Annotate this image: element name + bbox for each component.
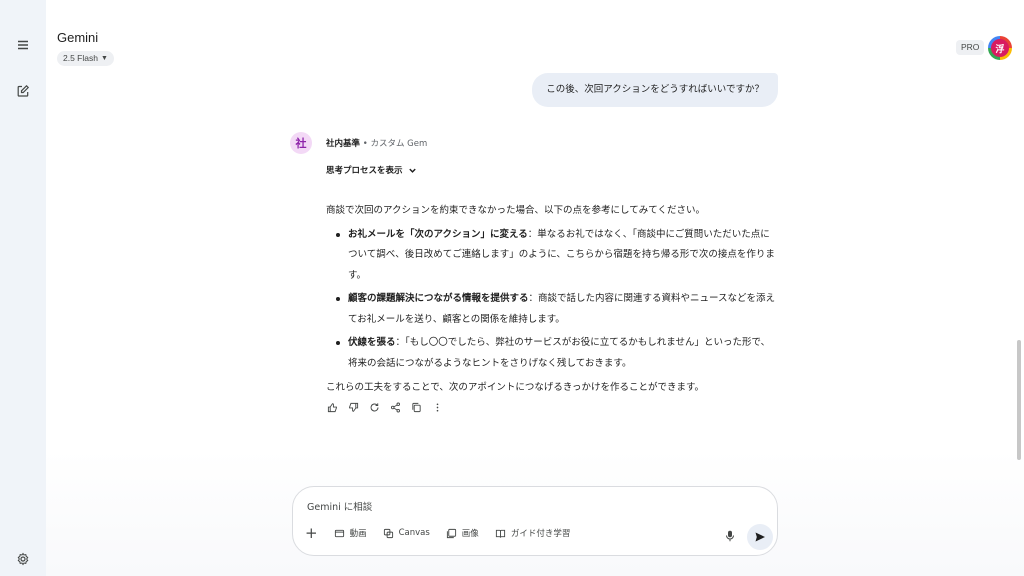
sidebar (0, 0, 46, 576)
canvas-icon (383, 528, 393, 538)
response-actions (326, 401, 444, 414)
image-tool-button[interactable]: 画像 (446, 527, 479, 539)
send-button[interactable] (747, 524, 773, 550)
model-response: 商談で次回のアクションを約束できなかった場合、以下の点を参考にしてみてください。… (326, 201, 778, 399)
pro-badge: PRO (956, 40, 985, 55)
video-tool-label: 動画 (349, 529, 367, 539)
avatar[interactable]: 浮 (988, 36, 1012, 60)
share-icon[interactable] (389, 401, 402, 414)
chevron-down-icon: ▼ (100, 55, 108, 62)
canvas-tool-button[interactable]: Canvas (383, 528, 430, 539)
gem-type: カスタム Gem (370, 139, 428, 149)
copy-icon[interactable] (410, 401, 423, 414)
user-message: この後、次回アクションをどうすればいいですか？ (532, 73, 778, 107)
send-icon (755, 532, 765, 542)
gem-name: 社内基準 (326, 139, 361, 149)
gem-label: 社内基準 • カスタム Gem (326, 137, 427, 149)
bullet-title: お礼メールを「次のアクション」に変える (348, 228, 528, 240)
image-icon (446, 528, 456, 538)
book-icon (495, 529, 505, 538)
settings-icon[interactable] (11, 547, 35, 571)
video-icon (334, 529, 344, 537)
thumbs-down-icon[interactable] (347, 401, 360, 414)
list-item: 伏線を張る：「もし〇〇でしたら、弊社のサービスがお役に立てるかもしれません」とい… (326, 333, 778, 374)
list-item: お礼メールを「次のアクション」に変える：単なるお礼ではなく、「商談中にご質問いた… (326, 225, 778, 287)
app-title: Gemini (57, 30, 99, 45)
thumbs-up-icon[interactable] (326, 401, 339, 414)
prompt-input[interactable]: Gemini に相談 (307, 499, 372, 513)
bullet-title: 顧客の課題解決につながる情報を提供する (348, 293, 529, 304)
guided-learning-button[interactable]: ガイド付き学習 (495, 527, 571, 539)
list-item: 顧客の課題解決につながる情報を提供する：商談で話した内容に関連する資料やニュース… (326, 289, 778, 330)
guided-tool-label: ガイド付き学習 (510, 529, 571, 539)
redo-icon[interactable] (368, 401, 381, 414)
gem-separator: • (360, 139, 371, 149)
menu-icon[interactable] (11, 33, 35, 57)
canvas-tool-label: Canvas (398, 528, 430, 538)
response-list: お礼メールを「次のアクション」に変える：単なるお礼ではなく、「商談中にご質問いた… (326, 225, 778, 375)
more-vert-icon[interactable] (431, 401, 444, 414)
video-tool-button[interactable]: 動画 (334, 527, 367, 539)
model-label: 2.5 Flash (63, 53, 98, 63)
image-tool-label: 画像 (461, 529, 479, 539)
mic-icon[interactable] (724, 529, 736, 543)
response-outro: これらの工夫をすることで、次のアポイントにつなげるきっかけを作ることができます。 (326, 382, 705, 393)
gem-icon: 社 (290, 132, 312, 154)
show-thinking-toggle[interactable]: 思考プロセスを表示 (326, 164, 417, 176)
prompt-input-box[interactable]: Gemini に相談 + 動画 Canvas 画像 ガイド付き学習 (292, 486, 778, 556)
thinking-label: 思考プロセスを表示 (326, 166, 403, 176)
model-selector[interactable]: 2.5 Flash ▼ (57, 51, 114, 66)
gemini-app: Gemini 2.5 Flash ▼ PRO 浮 この後、次回アクションをどうす… (0, 0, 1024, 576)
new-chat-icon[interactable] (11, 79, 35, 103)
add-icon[interactable]: + (305, 525, 318, 540)
scrollbar[interactable] (1017, 340, 1021, 460)
bullet-title: 伏線を張る (348, 337, 396, 348)
chevron-down-icon (408, 168, 416, 173)
response-intro: 商談で次回のアクションを約束できなかった場合、以下の点を参考にしてみてください。 (326, 205, 705, 216)
avatar-initial: 浮 (991, 39, 1009, 57)
bullet-text: ：「もし〇〇でしたら、弊社のサービスがお役に立てるかもしれません」といった形で、… (348, 337, 771, 369)
input-toolbar: + 動画 Canvas 画像 ガイド付き学習 (305, 525, 571, 540)
